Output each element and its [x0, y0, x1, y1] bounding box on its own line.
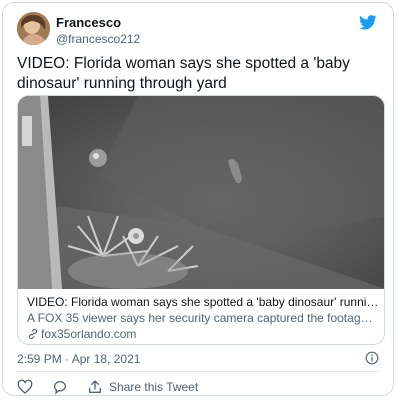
info-icon[interactable]: [365, 351, 379, 365]
display-name[interactable]: Francesco: [56, 15, 121, 30]
share-button[interactable]: Share this Tweet: [87, 379, 198, 395]
reply-button[interactable]: [52, 379, 68, 395]
share-icon: [89, 380, 101, 393]
twitter-bird-icon[interactable]: [359, 15, 377, 30]
card-domain[interactable]: fox35orlando.com: [27, 326, 379, 342]
avatar[interactable]: [17, 12, 50, 45]
action-bar: Share this Tweet: [17, 379, 198, 395]
timestamp[interactable]: 2:59 PM · Apr 18, 2021: [17, 352, 140, 366]
reply-bubble-icon: [54, 381, 67, 395]
video-thumbnail[interactable]: [18, 96, 385, 289]
link-icon: [28, 328, 38, 340]
tweet-text: VIDEO: Florida woman says she spotted a …: [17, 55, 350, 92]
link-card[interactable]: VIDEO: Florida woman says she spotted a …: [17, 95, 385, 345]
like-button[interactable]: [17, 379, 33, 395]
tweet-card[interactable]: Francesco @francesco212 VIDEO: Florida w…: [2, 2, 394, 396]
heart-icon: [17, 379, 33, 394]
handle[interactable]: @francesco212: [56, 32, 140, 46]
card-title[interactable]: VIDEO: Florida woman says she spotted a …: [27, 294, 379, 310]
card-domain-label: fox35orlando.com: [41, 327, 137, 341]
card-description: A FOX 35 viewer says her security camera…: [27, 311, 379, 325]
share-label: Share this Tweet: [109, 380, 199, 394]
divider: [17, 371, 379, 372]
